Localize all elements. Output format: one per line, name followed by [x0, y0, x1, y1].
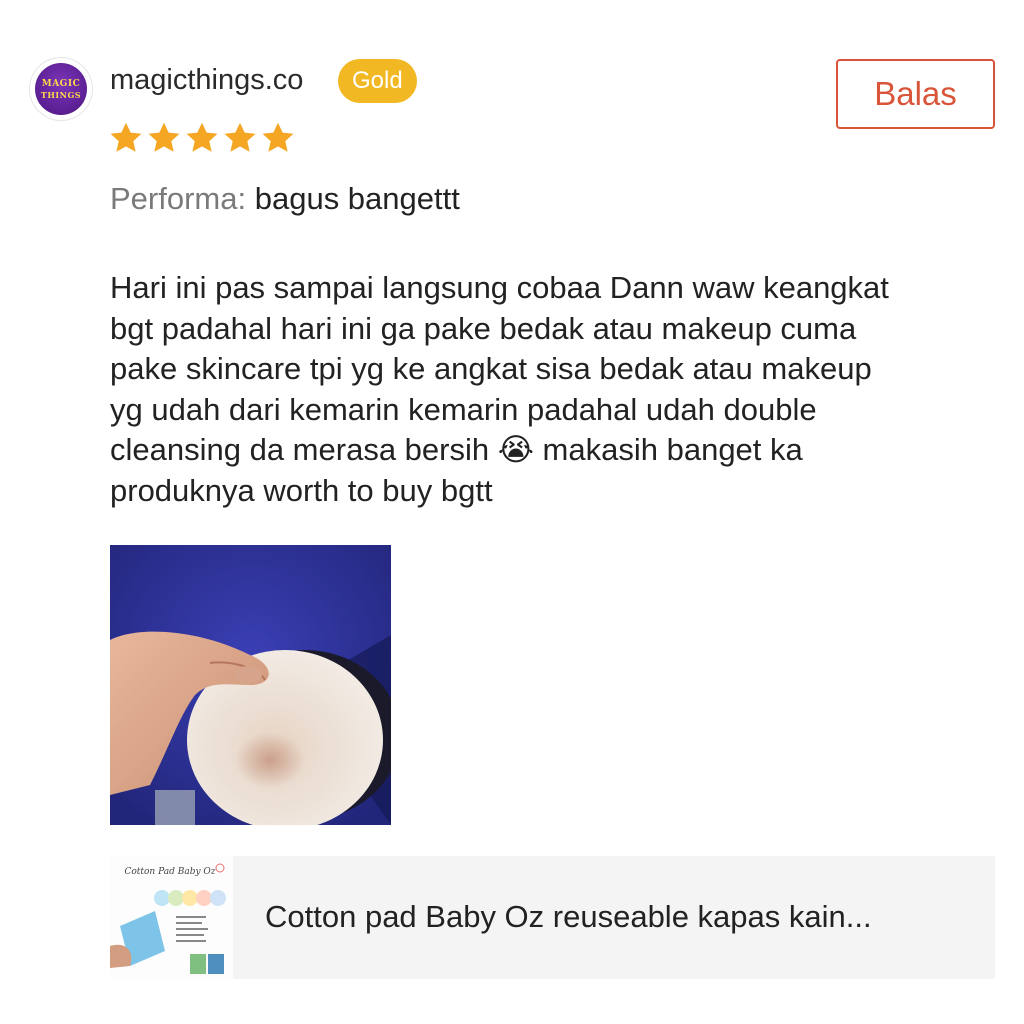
reviewer-avatar[interactable]: MAGIC THINGS — [30, 58, 92, 120]
star-icon — [186, 122, 218, 152]
star-icon — [224, 122, 256, 152]
review-photo-image — [110, 545, 391, 825]
review-photo[interactable] — [110, 545, 391, 825]
avatar-logo: MAGIC THINGS — [35, 63, 87, 115]
product-name: Cotton pad Baby Oz reuseable kapas kain.… — [265, 899, 872, 934]
reply-button[interactable]: Balas — [836, 59, 995, 129]
avatar-logo-text-1: MAGIC — [41, 78, 81, 89]
star-icon — [110, 122, 142, 152]
performance-label: Performa: — [110, 181, 247, 216]
rating-stars — [108, 120, 298, 156]
reviewer-username[interactable]: magicthings.co — [110, 62, 303, 98]
star-icon — [148, 122, 180, 152]
performance-line: Performa: bagus bangettt — [110, 178, 460, 220]
performance-value: bagus bangettt — [254, 181, 460, 216]
avatar-logo-text-2: THINGS — [40, 89, 82, 100]
product-card[interactable]: Cotton Pad Baby Oz Cotton pad Baby Oz re… — [110, 856, 995, 979]
product-thumb-title: Cotton Pad Baby Oz — [124, 867, 215, 877]
product-thumbnail: Cotton Pad Baby Oz — [110, 856, 233, 979]
review-text: Hari ini pas sampai langsung cobaa Dann … — [110, 270, 889, 508]
member-badge: Gold — [338, 59, 417, 103]
star-icon — [262, 122, 294, 152]
